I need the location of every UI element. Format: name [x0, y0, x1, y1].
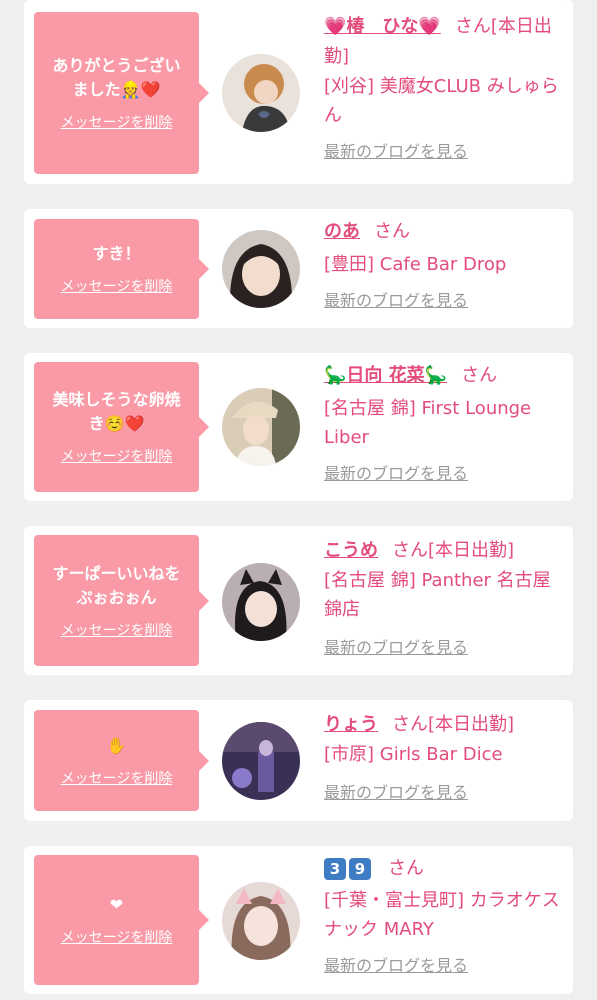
- message-card: ありがとうござい ました👷❤️ メッセージを削除 💗椿 ひな💗 さん[本日出勤] …: [24, 0, 573, 184]
- girl-name-link[interactable]: こうめ: [324, 540, 378, 561]
- number-emoji-3: 3: [324, 858, 346, 880]
- latest-blog-link[interactable]: 最新のブログを見る: [324, 138, 468, 162]
- shop-name: [名古屋 錦] Panther 名古屋錦店: [324, 570, 551, 620]
- shop-name: [千葉・富士見町] カラオケスナック MARY: [324, 890, 560, 940]
- delete-message-link[interactable]: メッセージを削除: [61, 927, 173, 947]
- girl-info: のあ さん [豊田] Cafe Bar Drop 最新のブログを見る: [324, 217, 564, 311]
- number-emoji-9: 9: [349, 858, 371, 880]
- honorific: さん: [374, 221, 410, 242]
- delete-message-link[interactable]: メッセージを削除: [61, 768, 173, 788]
- girl-name-link[interactable]: のあ: [324, 221, 360, 242]
- message-card: 美味しそうな卵焼 き☺️❤️ メッセージを削除 🦕日向 花菜🦕 さん [名古屋 錦…: [24, 353, 573, 501]
- message-bubble: すーぱーいいねを ぷぉおぉん メッセージを削除: [34, 535, 209, 666]
- delete-message-link[interactable]: メッセージを削除: [61, 112, 173, 132]
- honorific: さん: [388, 858, 424, 879]
- message-bubble: ✋ メッセージを削除: [34, 710, 209, 811]
- delete-message-link[interactable]: メッセージを削除: [61, 620, 173, 640]
- message-text: 美味しそうな卵焼 き☺️❤️: [52, 390, 181, 433]
- avatar[interactable]: [222, 230, 300, 308]
- delete-message-link[interactable]: メッセージを削除: [61, 276, 173, 296]
- latest-blog-link[interactable]: 最新のブログを見る: [324, 779, 468, 803]
- message-text: ❤: [109, 895, 124, 914]
- delete-message-link[interactable]: メッセージを削除: [61, 446, 173, 466]
- girl-name-link[interactable]: 💗椿 ひな💗: [324, 16, 441, 37]
- latest-blog-link[interactable]: 最新のブログを見る: [324, 460, 468, 484]
- shop-name: [豊田] Cafe Bar Drop: [324, 254, 507, 275]
- honorific: さん: [392, 714, 428, 735]
- message-card: すき！ メッセージを削除 のあ さん [豊田] Cafe Bar Drop 最新の…: [24, 209, 573, 328]
- girl-name-link[interactable]: 39: [324, 858, 374, 880]
- shop-name: [名古屋 錦] First Lounge Liber: [324, 398, 532, 448]
- avatar[interactable]: [222, 388, 300, 466]
- avatar[interactable]: [222, 54, 300, 132]
- message-card: ❤ メッセージを削除 3 9 さん [千葉・富士見町] カラオケスナック MARY …: [24, 846, 573, 994]
- attendance-badge: [本日出勤]: [428, 714, 515, 735]
- message-bubble: ありがとうござい ました👷❤️ メッセージを削除: [34, 12, 209, 174]
- avatar[interactable]: [222, 722, 300, 800]
- message-bubble: 美味しそうな卵焼 き☺️❤️ メッセージを削除: [34, 362, 209, 492]
- girl-info: りょう さん[本日出勤] [市原] Girls Bar Dice 最新のブログを見…: [324, 710, 564, 803]
- message-text: ありがとうござい ました👷❤️: [52, 56, 181, 99]
- message-text: ✋: [106, 735, 127, 755]
- girl-info: 💗椿 ひな💗 さん[本日出勤] [刈谷] 美魔女CLUB みしゅらん 最新のブログ…: [324, 12, 564, 162]
- avatar[interactable]: [222, 882, 300, 960]
- message-bubble: ❤ メッセージを削除: [34, 855, 209, 985]
- honorific: さん: [454, 16, 491, 37]
- honorific: さん: [392, 540, 428, 561]
- message-card: すーぱーいいねを ぷぉおぉん メッセージを削除 こうめ さん[本日出勤] [名古屋…: [24, 526, 573, 675]
- avatar[interactable]: [222, 563, 300, 641]
- message-card: ✋ メッセージを削除 りょう さん[本日出勤] [市原] Girls Bar Di…: [24, 700, 573, 821]
- girl-info: 🦕日向 花菜🦕 さん [名古屋 錦] First Lounge Liber 最新の…: [324, 361, 564, 484]
- message-text: すーぱーいいねを ぷぉおぉん: [52, 563, 181, 607]
- attendance-badge: [本日出勤]: [428, 540, 515, 561]
- girl-name-link[interactable]: りょう: [324, 714, 378, 735]
- honorific: さん: [461, 365, 498, 386]
- message-text: すき！: [92, 244, 141, 263]
- girl-info: 3 9 さん [千葉・富士見町] カラオケスナック MARY 最新のブログを見る: [324, 854, 564, 976]
- girl-name-link[interactable]: 🦕日向 花菜🦕: [324, 365, 447, 386]
- message-bubble: すき！ メッセージを削除: [34, 219, 209, 319]
- latest-blog-link[interactable]: 最新のブログを見る: [324, 952, 468, 976]
- girl-info: こうめ さん[本日出勤] [名古屋 錦] Panther 名古屋錦店 最新のブログ…: [324, 536, 564, 658]
- latest-blog-link[interactable]: 最新のブログを見る: [324, 287, 468, 311]
- shop-name: [刈谷] 美魔女CLUB みしゅらん: [324, 76, 559, 126]
- shop-name: [市原] Girls Bar Dice: [324, 744, 503, 765]
- latest-blog-link[interactable]: 最新のブログを見る: [324, 634, 468, 658]
